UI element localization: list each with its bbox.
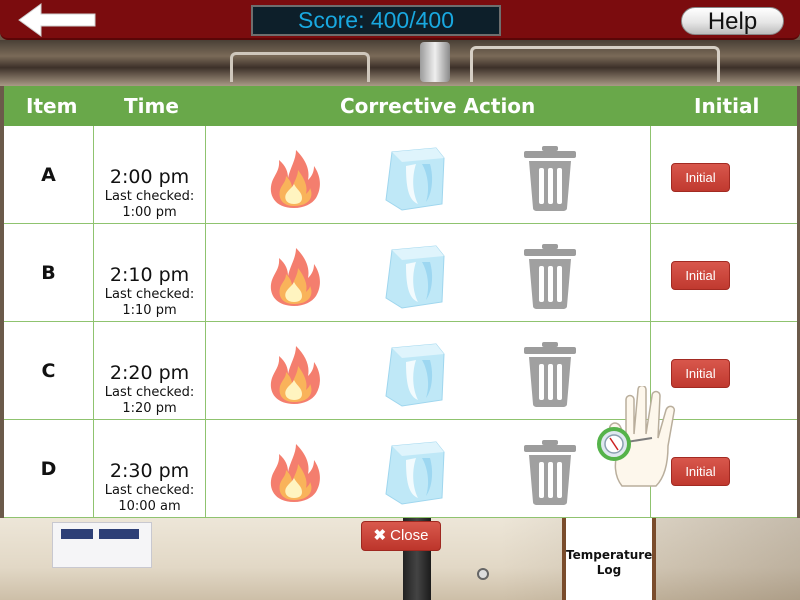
- fire-icon[interactable]: [266, 344, 322, 406]
- initial-button[interactable]: Initial: [671, 163, 730, 192]
- last-checked-time: 10:00 am: [118, 499, 181, 514]
- column-header-time: Time: [124, 94, 179, 118]
- last-checked-label: Last checked:: [104, 483, 195, 498]
- ice-cube-icon[interactable]: [382, 342, 446, 408]
- check-time: 2:10 pm: [109, 264, 190, 286]
- check-time: 2:30 pm: [109, 460, 190, 482]
- last-checked-time: 1:20 pm: [122, 401, 177, 416]
- wall-sign: [52, 522, 152, 568]
- initial-button[interactable]: Initial: [671, 261, 730, 290]
- last-checked-label: Last checked:: [104, 287, 195, 302]
- column-header-initial: Initial: [694, 94, 760, 118]
- ice-cube-icon[interactable]: [382, 146, 446, 212]
- row-item-label: D: [40, 457, 57, 480]
- table-row: A 2:00 pm Last checked: 1:00 pm Initial: [4, 126, 797, 224]
- trash-can-icon[interactable]: [522, 340, 578, 408]
- close-button[interactable]: ✖ Close: [361, 521, 441, 551]
- sink-basin: [470, 46, 720, 82]
- fire-icon[interactable]: [266, 148, 322, 210]
- close-label: Close: [390, 527, 429, 544]
- help-button[interactable]: Help: [681, 7, 784, 35]
- hand-thermometer-cursor[interactable]: [592, 386, 686, 490]
- row-time: 2:30 pm Last checked: 10:00 am: [94, 420, 205, 517]
- left-arrow-icon: [18, 3, 96, 37]
- trash-can-icon[interactable]: [522, 242, 578, 310]
- column-divider: [205, 224, 206, 321]
- last-checked-label: Last checked:: [104, 189, 195, 204]
- top-bar: Score: 400/400 Help: [0, 0, 800, 40]
- fire-icon[interactable]: [266, 246, 322, 308]
- temperature-log-sheet[interactable]: Temperature Log: [562, 518, 656, 600]
- ice-cube-icon[interactable]: [382, 244, 446, 310]
- column-divider: [205, 322, 206, 419]
- check-time: 2:20 pm: [109, 362, 190, 384]
- back-button[interactable]: [16, 3, 98, 37]
- faucet: [420, 42, 450, 82]
- last-checked-time: 1:10 pm: [122, 303, 177, 318]
- column-divider: [650, 224, 651, 321]
- x-icon: ✖: [373, 527, 387, 544]
- sink-basin: [230, 52, 370, 82]
- row-time: 2:00 pm Last checked: 1:00 pm: [94, 126, 205, 223]
- trash-can-icon[interactable]: [522, 144, 578, 212]
- trash-can-icon[interactable]: [522, 438, 578, 506]
- kitchen-background-top: [0, 40, 800, 86]
- wall-knob: [477, 568, 489, 580]
- ice-cube-icon[interactable]: [382, 440, 446, 506]
- score-display: Score: 400/400: [251, 5, 501, 36]
- last-checked-label: Last checked:: [104, 385, 195, 400]
- column-divider: [650, 126, 651, 223]
- row-item-label: A: [41, 163, 56, 186]
- row-item-label: B: [41, 261, 56, 284]
- initial-button[interactable]: Initial: [671, 359, 730, 388]
- table-row: B 2:10 pm Last checked: 1:10 pm Initial: [4, 224, 797, 322]
- row-time: 2:20 pm Last checked: 1:20 pm: [94, 322, 205, 419]
- check-time: 2:00 pm: [109, 166, 190, 188]
- row-item-label: C: [41, 359, 56, 382]
- row-time: 2:10 pm Last checked: 1:10 pm: [94, 224, 205, 321]
- column-header-item: Item: [26, 94, 78, 118]
- column-divider: [205, 420, 206, 517]
- column-divider: [205, 126, 206, 223]
- table-header: Item Time Corrective Action Initial: [4, 86, 797, 126]
- fire-icon[interactable]: [266, 442, 322, 504]
- column-header-corrective-action: Corrective Action: [340, 94, 536, 118]
- last-checked-time: 1:00 pm: [122, 205, 177, 220]
